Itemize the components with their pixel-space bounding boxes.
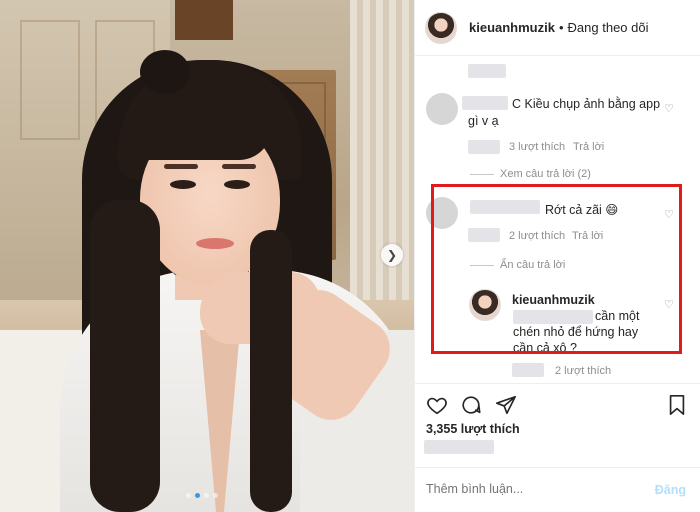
header-username[interactable]: kieuanhmuzik [469, 20, 555, 35]
wall-panel [20, 20, 80, 140]
separator: • [558, 20, 564, 35]
highlight-box [431, 184, 682, 354]
comment-icon[interactable] [460, 394, 482, 416]
post-photo[interactable]: ❯ [0, 0, 414, 512]
comment-text: gì v ạ [468, 114, 499, 128]
carousel-dots [186, 493, 218, 498]
hair-bun [140, 50, 190, 94]
hair-strand [90, 200, 160, 512]
comment-input[interactable] [426, 482, 626, 496]
blurred-text [468, 64, 506, 78]
follow-status[interactable]: Đang theo dõi [568, 20, 649, 35]
avatar[interactable] [426, 93, 458, 125]
action-bar [414, 383, 700, 423]
paper-plane-icon[interactable] [495, 394, 517, 416]
comment-likes[interactable]: 3 lượt thích [509, 141, 565, 153]
lips [196, 238, 234, 249]
chevron-right-icon: ❯ [386, 248, 398, 262]
carousel-dot [204, 493, 209, 498]
eye [224, 180, 250, 189]
avatar[interactable] [425, 11, 457, 44]
bangs [142, 110, 272, 160]
comment-composer: Đăng [414, 467, 700, 512]
blurred-text [468, 140, 500, 154]
curtain [350, 0, 414, 320]
carousel-dot [186, 493, 191, 498]
heart-icon[interactable] [426, 394, 448, 416]
post-header: kieuanhmuzik • Đang theo dõi [415, 0, 700, 56]
eyebrow [164, 164, 198, 169]
view-replies-label: Xem câu trả lời (2) [500, 168, 591, 180]
bookmark-icon[interactable] [666, 394, 688, 416]
carousel-dot [213, 493, 218, 498]
eyebrow [222, 164, 256, 169]
blurred-date [424, 440, 494, 454]
reply-button[interactable]: Trả lời [573, 141, 604, 153]
view-replies-button[interactable]: Xem câu trả lời (2) [470, 168, 591, 180]
reply-likes[interactable]: 2 lượt thích [555, 365, 611, 377]
blurred-username [462, 96, 508, 110]
ceiling-beam [175, 0, 233, 40]
post-comment-button[interactable]: Đăng [655, 483, 686, 497]
carousel-dot-active [195, 493, 200, 498]
heart-icon[interactable]: ♡ [664, 102, 674, 115]
comment-text: C Kiều chụp ảnh bằng app [512, 97, 661, 111]
like-count[interactable]: 3,355 lượt thích [426, 422, 520, 436]
hair-strand [250, 230, 292, 512]
eye [170, 180, 196, 189]
blurred-text [512, 363, 544, 377]
next-photo-button[interactable]: ❯ [381, 244, 403, 266]
